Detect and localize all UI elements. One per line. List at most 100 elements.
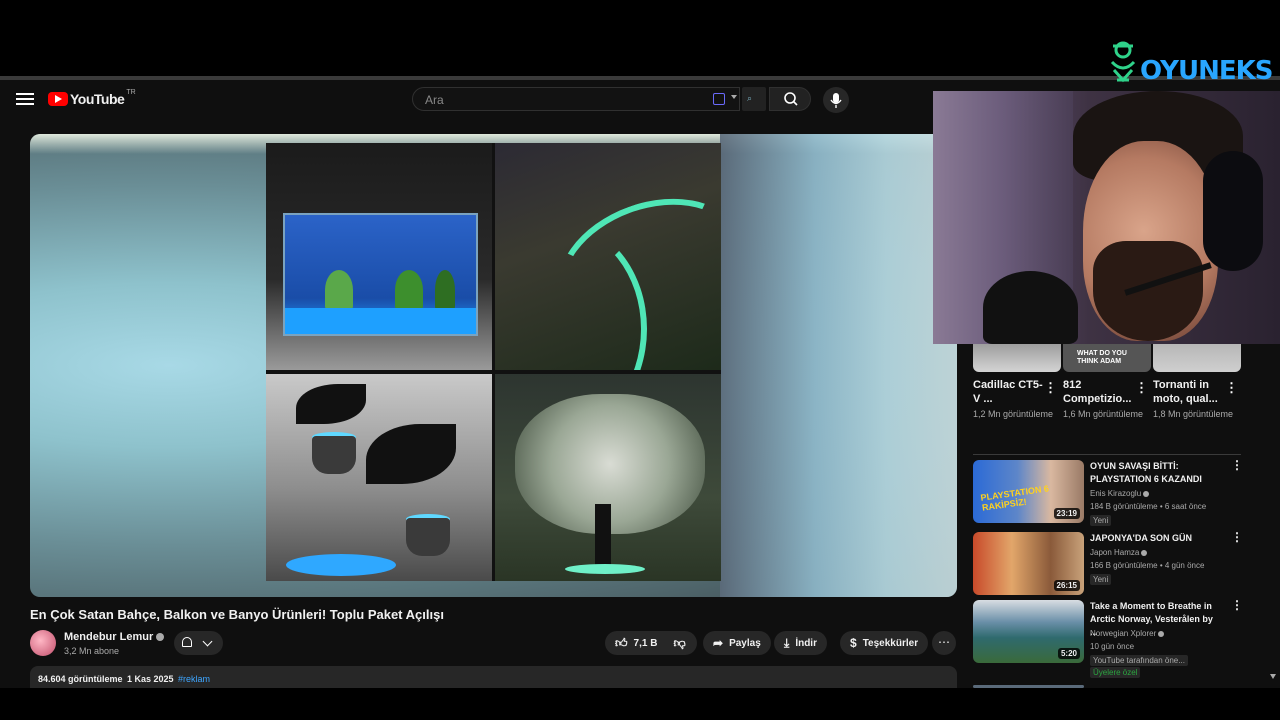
share-icon: ➦ (713, 636, 724, 650)
share-button[interactable]: ➦ Paylaş (703, 631, 771, 655)
rec-channel[interactable]: Japon Hamza (1090, 548, 1148, 557)
thanks-button[interactable]: $ Teşekkürler (840, 631, 929, 655)
verified-icon (1158, 630, 1165, 637)
glowing-gravel (285, 308, 476, 334)
rec-title[interactable]: OYUN SAVAŞI BİTTİ: PLAYSTATION 6 KAZANDI (1090, 460, 1220, 486)
duration-badge: 23:19 (1053, 508, 1080, 519)
rec-thumbnail[interactable]: WHAT DO YOU THINK ADAM (1063, 342, 1151, 372)
aquarium-tank (283, 213, 478, 336)
plant-leaf (366, 424, 456, 484)
download-button[interactable]: ⤓ İndir (774, 631, 827, 655)
aquarium-image (266, 143, 492, 370)
more-actions-icon[interactable]: ⋯ (932, 631, 956, 655)
rec-channel-name: Japon Hamza (1090, 548, 1140, 557)
chevron-down-icon (202, 636, 213, 647)
blurred-background (720, 134, 957, 597)
download-label: İndir (795, 637, 817, 649)
view-count: 84.604 görüntüleme (38, 674, 123, 684)
glowing-stones (286, 554, 396, 576)
tree-image (495, 374, 721, 581)
rec-title[interactable]: Cadillac CT5-V ... (973, 378, 1043, 406)
like-count[interactable]: 7,1 B (634, 638, 658, 649)
subscriber-count: 3,2 Mn abone (64, 646, 120, 656)
rec-meta: 10 gün önce (1090, 642, 1135, 651)
rec-divider (973, 454, 1241, 455)
rec-title[interactable]: JAPONYA'DA SON GÜN (1090, 532, 1220, 545)
rec-thumbnail[interactable]: 26:15 (973, 532, 1084, 595)
stream-top-bar (0, 0, 1280, 76)
rec-list-item[interactable]: PLAYSTATION 6 RAKİPSİZ! 23:19 OYUN SAVAŞ… (973, 459, 1243, 526)
microphone-icon (830, 93, 842, 108)
image-search-icon[interactable]: ⌕ (742, 87, 766, 111)
like-dislike-group: 👍︎ 7,1 B 👎︎ (605, 631, 697, 655)
rec-list-item[interactable]: 26:15 JAPONYA'DA SON GÜN Japon Hamza 166… (973, 531, 1243, 598)
hashtag-link[interactable]: #reklam (178, 674, 210, 684)
aquarium-plant (435, 270, 455, 310)
chevron-down-icon[interactable] (731, 95, 737, 99)
new-badge: Yeni (1090, 574, 1112, 585)
video-frame-collage (266, 143, 721, 581)
rec-thumbnail[interactable] (973, 342, 1061, 372)
rec-thumbnail[interactable] (1153, 342, 1241, 372)
video-title: En Çok Satan Bahçe, Balkon ve Banyo Ürün… (30, 607, 444, 622)
rec-channel[interactable]: Enis Kirazoglu (1090, 489, 1150, 498)
brand-watermark: OYUNEKS (1140, 56, 1274, 86)
search-box (412, 87, 740, 111)
rec-views: 1,2 Mn görüntüleme (973, 409, 1054, 419)
voice-search-button[interactable] (823, 87, 849, 113)
stream-bottom-bar (0, 688, 1280, 720)
brand-mascot-icon (1110, 41, 1136, 83)
hamburger-menu-icon[interactable] (16, 90, 34, 108)
rec-thumbnail[interactable]: 5:20 (973, 600, 1084, 663)
plant-leaf (296, 384, 366, 424)
channel-avatar[interactable] (30, 630, 56, 656)
description-box[interactable]: 84.604 görüntüleme 1 Kas 2025 #reklam (30, 666, 957, 688)
more-options-icon[interactable]: ⋮ (1225, 381, 1238, 394)
more-options-icon[interactable]: ⋮ (1231, 459, 1243, 471)
potted-plants-image (266, 374, 492, 581)
webcam-overlay (933, 91, 1280, 344)
duration-badge: 5:20 (1057, 648, 1080, 659)
more-options-icon[interactable]: ⋮ (1231, 599, 1243, 611)
youtube-play-icon (48, 92, 68, 106)
thanks-icon: $ (850, 636, 857, 650)
streamer-beard (1093, 241, 1203, 341)
rec-channel-name: Enis Kirazoglu (1090, 489, 1142, 498)
rec-list-item[interactable]: 5:20 Take a Moment to Breathe in Arctic … (973, 599, 1243, 678)
search-button[interactable] (769, 87, 811, 111)
more-options-icon[interactable]: ⋮ (1135, 381, 1148, 394)
search-input[interactable] (423, 92, 707, 108)
more-options-icon[interactable]: ⋮ (1044, 381, 1057, 394)
keyboard-icon[interactable] (713, 93, 725, 105)
featured-badge: YouTube tarafından öne... (1090, 655, 1188, 666)
rec-views: 1,6 Mn görüntüleme (1063, 409, 1144, 419)
rec-views: 1,8 Mn görüntüleme (1153, 409, 1234, 419)
rec-thumbnail[interactable]: PLAYSTATION 6 RAKİPSİZ! 23:19 (973, 460, 1084, 523)
upload-date: 1 Kas 2025 (127, 674, 174, 684)
aquarium-plant (325, 270, 353, 310)
youtube-logo[interactable]: YouTube TR (48, 88, 136, 107)
glowing-ring (565, 564, 645, 574)
search-icon (784, 92, 798, 106)
rec-title[interactable]: 812 Competizio... (1063, 378, 1133, 406)
thumbs-down-icon[interactable]: 👎︎ (673, 636, 685, 651)
headset (1203, 151, 1263, 271)
verified-icon (156, 633, 165, 642)
bell-icon (182, 637, 192, 647)
microphone (983, 271, 1078, 344)
plant-pot (312, 436, 356, 474)
logo-country: TR (126, 88, 136, 96)
video-player[interactable] (30, 134, 957, 597)
rec-meta: 166 B görüntüleme • 4 gün önce (1090, 561, 1205, 570)
share-label: Paylaş (729, 637, 761, 649)
rec-channel[interactable]: Norwegian Xplorer (1090, 629, 1165, 638)
subscription-bell-button[interactable] (174, 631, 223, 655)
plant-pot (406, 518, 450, 556)
thumbs-up-icon[interactable]: 👍︎ (615, 636, 628, 651)
duration-badge: 26:15 (1053, 580, 1080, 591)
new-badge: Yeni (1090, 515, 1112, 526)
rec-title[interactable]: Tornanti in moto, qual... (1153, 378, 1223, 406)
scroll-down-icon[interactable] (1270, 674, 1276, 679)
channel-name[interactable]: Mendebur Lemur (64, 631, 165, 643)
more-options-icon[interactable]: ⋮ (1231, 531, 1243, 543)
